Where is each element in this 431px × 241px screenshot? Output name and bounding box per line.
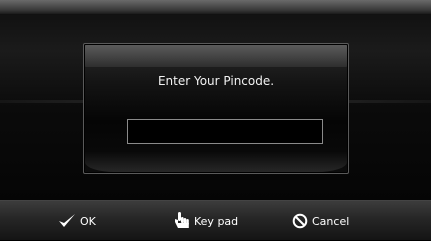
pincode-prompt: Enter Your Pincode. [157,74,275,88]
cancel-label: Cancel [312,214,350,228]
dialog-bottom-sheen [85,152,347,172]
dialog-header-gloss [85,45,347,67]
prohibited-circle-icon [292,213,308,229]
cancel-button[interactable]: Cancel [292,201,349,241]
checkmark-icon [58,212,76,230]
bottom-toolbar: OK Key pad Cancel [0,200,431,240]
keypad-label: Key pad [194,214,239,228]
top-status-bar [0,0,431,14]
pincode-input[interactable] [127,119,323,144]
ok-label: OK [80,214,96,228]
ok-button[interactable]: OK [58,201,96,241]
pointing-hand-icon [174,211,190,231]
keypad-button[interactable]: Key pad [174,201,238,241]
pincode-dialog: Enter Your Pincode. [83,43,349,174]
